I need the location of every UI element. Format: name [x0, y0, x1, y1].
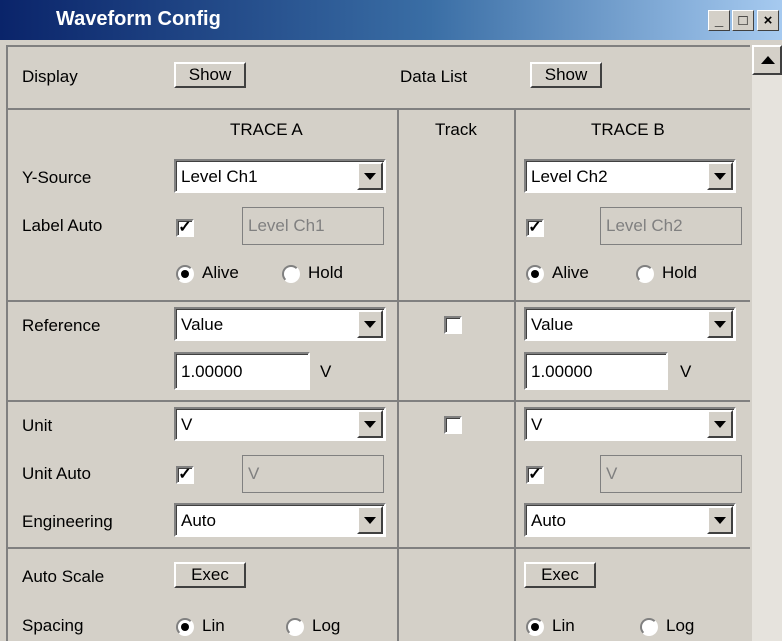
scale-section: Auto Scale Exec Exec Spacing Lin Log Lin…	[8, 547, 750, 641]
chevron-down-icon[interactable]	[357, 410, 383, 438]
datalist-label: Data List	[400, 67, 468, 86]
trace-b-reference-number: 1.00000	[531, 362, 593, 381]
trace-a-unit-value: V	[181, 415, 193, 434]
chevron-down-icon[interactable]	[357, 162, 383, 190]
trace-b-label-auto-checkbox[interactable]: ✓	[526, 219, 544, 237]
trace-b-alive-label: Alive	[552, 263, 589, 282]
trace-a-log-label: Log	[312, 616, 341, 635]
trace-a-unit-auto-checkbox[interactable]: ✓	[176, 466, 194, 484]
trace-a-hold-radio[interactable]	[282, 265, 300, 283]
trace-b-header: TRACE B	[591, 120, 665, 139]
trace-a-reference-unit: V	[320, 362, 332, 381]
y-source-label: Y-Source	[22, 168, 92, 187]
datalist-show-button[interactable]: Show	[530, 62, 602, 88]
trace-a-reference-value: Value	[181, 315, 224, 334]
trace-a-y-source-select[interactable]: Level Ch1	[174, 159, 386, 193]
trace-b-unit-field: V	[600, 455, 742, 493]
trace-b-hold-radio[interactable]	[636, 265, 654, 283]
trace-b-engineering-value: Auto	[531, 511, 566, 530]
trace-b-label-field: Level Ch2	[600, 207, 742, 245]
trace-b-alive-radio[interactable]	[526, 265, 544, 283]
scroll-up-arrow-icon[interactable]	[752, 45, 782, 75]
engineering-label: Engineering	[22, 512, 113, 531]
chevron-down-icon[interactable]	[707, 506, 733, 534]
title-bar[interactable]: Waveform Config _ □ ×	[0, 0, 782, 40]
display-section: Display Show Data List Show	[8, 47, 750, 110]
trace-b-unit-value: V	[531, 415, 543, 434]
unit-auto-label: Unit Auto	[22, 464, 91, 483]
chevron-down-icon[interactable]	[707, 162, 733, 190]
trace-a-y-source-value: Level Ch1	[181, 167, 258, 186]
display-show-button[interactable]: Show	[174, 62, 246, 88]
trace-a-spacing-log-radio[interactable]	[286, 618, 304, 636]
chevron-down-icon[interactable]	[707, 310, 733, 338]
trace-b-lin-label: Lin	[552, 616, 575, 635]
trace-b-y-source-select[interactable]: Level Ch2	[524, 159, 736, 193]
trace-a-reference-number: 1.00000	[181, 362, 243, 381]
maximize-button[interactable]: □	[732, 10, 754, 31]
trace-a-reference-select[interactable]: Value	[174, 307, 386, 341]
trace-a-unit-text: V	[248, 464, 260, 483]
trace-a-label-auto-checkbox[interactable]: ✓	[176, 219, 194, 237]
trace-b-y-source-value: Level Ch2	[531, 167, 608, 186]
trace-a-engineering-value: Auto	[181, 511, 216, 530]
reference-label: Reference	[22, 316, 101, 335]
trace-a-header: TRACE A	[230, 120, 303, 139]
unit-label: Unit	[22, 416, 53, 435]
trace-b-log-label: Log	[666, 616, 695, 635]
unit-section: Unit V V Unit Auto ✓ V ✓ V Engineering A…	[8, 400, 750, 549]
display-label: Display	[22, 67, 78, 86]
chevron-down-icon[interactable]	[357, 506, 383, 534]
trace-a-alive-label: Alive	[202, 263, 239, 282]
trace-b-reference-value: Value	[531, 315, 574, 334]
waveform-config-window: Waveform Config _ □ × Display Show Data …	[0, 0, 782, 641]
chevron-down-icon[interactable]	[707, 410, 733, 438]
label-auto-label: Label Auto	[22, 216, 103, 235]
trace-a-label-value: Level Ch1	[248, 216, 325, 235]
trace-b-spacing-lin-radio[interactable]	[526, 618, 544, 636]
trace-b-spacing-log-radio[interactable]	[640, 618, 658, 636]
vertical-scrollbar[interactable]	[752, 45, 782, 641]
minimize-button[interactable]: _	[708, 10, 730, 31]
trace-b-reference-unit: V	[680, 362, 692, 381]
trace-a-unit-select[interactable]: V	[174, 407, 386, 441]
trace-b-label-value: Level Ch2	[606, 216, 683, 235]
close-button[interactable]: ×	[757, 10, 779, 31]
window-title: Waveform Config	[56, 8, 221, 30]
unit-track-checkbox[interactable]	[444, 416, 462, 434]
chevron-down-icon[interactable]	[357, 310, 383, 338]
trace-a-hold-label: Hold	[308, 263, 343, 282]
trace-b-reference-select[interactable]: Value	[524, 307, 736, 341]
reference-track-checkbox[interactable]	[444, 316, 462, 334]
trace-b-auto-scale-button[interactable]: Exec	[524, 562, 596, 588]
spacing-label: Spacing	[22, 616, 84, 635]
trace-b-hold-label: Hold	[662, 263, 697, 282]
trace-b-engineering-select[interactable]: Auto	[524, 503, 736, 537]
trace-a-spacing-lin-radio[interactable]	[176, 618, 194, 636]
trace-a-reference-value-input[interactable]: 1.00000	[174, 352, 310, 390]
trace-a-label-field: Level Ch1	[242, 207, 384, 245]
trace-b-reference-value-input[interactable]: 1.00000	[524, 352, 668, 390]
trace-a-engineering-select[interactable]: Auto	[174, 503, 386, 537]
trace-a-unit-field: V	[242, 455, 384, 493]
config-panel: Display Show Data List Show TRACE A Trac…	[6, 45, 750, 641]
trace-a-alive-radio[interactable]	[176, 265, 194, 283]
trace-a-auto-scale-button[interactable]: Exec	[174, 562, 246, 588]
track-header: Track	[435, 120, 477, 139]
reference-section: Reference Value Value 1.00000 V 1.00000 …	[8, 300, 750, 402]
trace-a-lin-label: Lin	[202, 616, 225, 635]
trace-b-unit-select[interactable]: V	[524, 407, 736, 441]
auto-scale-label: Auto Scale	[22, 567, 105, 586]
trace-b-unit-auto-checkbox[interactable]: ✓	[526, 466, 544, 484]
source-section: TRACE A Track TRACE B Y-Source Level Ch1…	[8, 108, 750, 302]
trace-b-unit-text: V	[606, 464, 618, 483]
